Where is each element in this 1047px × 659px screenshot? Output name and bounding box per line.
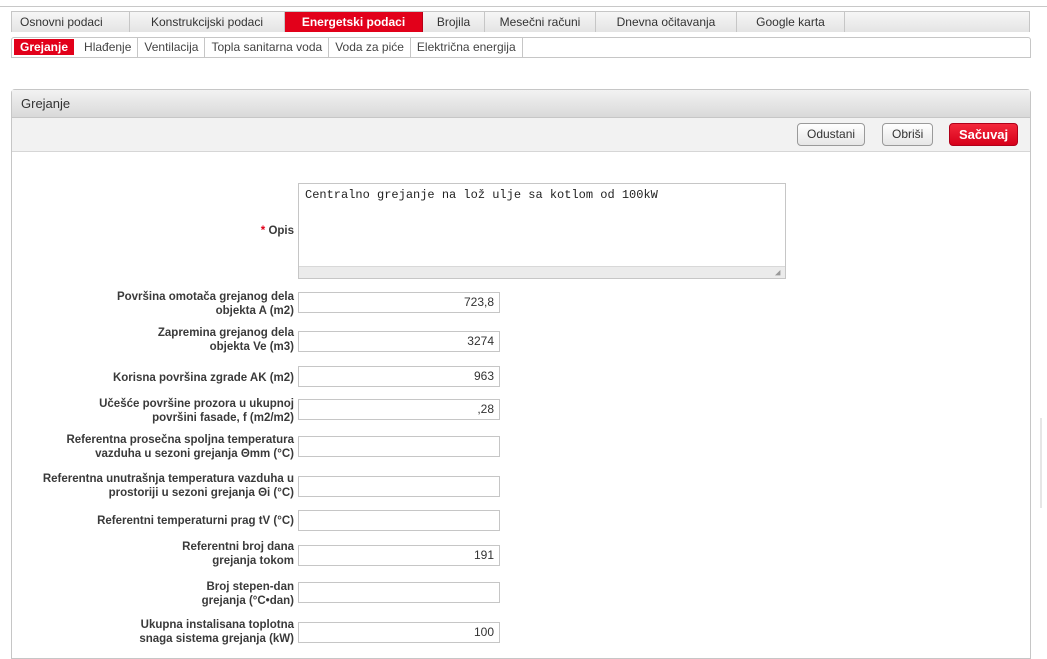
panel-toolbar: Odustani Obriši Sačuvaj [12, 118, 1030, 152]
secondary-tab-bar: Grejanje Hlađenje Ventilacija Topla sanitar… [11, 37, 1031, 58]
subtab-topla-sanitarna-voda[interactable]: Topla sanitarna voda [205, 38, 330, 57]
field-label: Broj stepen-dan grejanja (°C•dan) [201, 581, 294, 607]
numeric-input[interactable] [298, 476, 500, 497]
panel-title: Grejanje [12, 90, 1030, 118]
tab-osnovni-podaci[interactable]: Osnovni podaci [12, 12, 130, 32]
description-label: * Opis [120, 224, 294, 238]
subtab-ventilacija[interactable]: Ventilacija [138, 38, 206, 57]
subtab-hlađenje[interactable]: Hlađenje [78, 38, 139, 57]
numeric-input[interactable]: 963 [298, 366, 500, 387]
field-label: Učešće površine prozora u ukupnoj površi… [99, 398, 294, 424]
delete-button[interactable]: Obriši [882, 123, 934, 146]
tab-dnevna-očitavanja[interactable]: Dnevna očitavanja [596, 12, 737, 32]
tab-brojila[interactable]: Brojila [423, 12, 485, 32]
tab-energetski-podaci[interactable]: Energetski podaci [285, 12, 423, 32]
field-label: Ukupna instalisana toplotna snaga sistem… [139, 619, 294, 645]
field-label: Zapremina grejanog dela objekta Ve (m3) [157, 327, 294, 353]
numeric-input[interactable] [298, 510, 500, 531]
cancel-button[interactable]: Odustani [797, 123, 866, 146]
description-value: Centralno grejanje na lož ulje sa kotlom… [305, 188, 658, 202]
numeric-input[interactable] [298, 582, 500, 603]
resize-grip-icon[interactable]: ◢ [775, 269, 783, 278]
numeric-input[interactable]: ,28 [298, 399, 500, 420]
primary-tab-bar: Osnovni podaci Konstrukcijski podaci Energ… [11, 11, 1030, 32]
save-button[interactable]: Sačuvaj [949, 123, 1019, 146]
required-mark: * [260, 225, 266, 237]
subtab-voda-za-piće[interactable]: Voda za piće [329, 38, 411, 57]
textarea-footer [299, 266, 785, 278]
field-label: Površina omotača grejanog dela objekta A… [116, 291, 294, 317]
tab-google-karta[interactable]: Google karta [737, 12, 845, 32]
numeric-input[interactable]: 723,8 [298, 292, 500, 313]
field-label: Referentni broj dana grejanja tokom [182, 541, 294, 567]
tab-konstrukcijski-podaci[interactable]: Konstrukcijski podaci [130, 12, 285, 32]
field-label: Referentni temperaturni prag tV (°C) [97, 515, 294, 527]
field-label: Referentna prosečna spoljna temperatura … [66, 434, 294, 460]
description-textarea[interactable]: Centralno grejanje na lož ulje sa kotlom… [298, 183, 786, 279]
numeric-input[interactable]: 100 [298, 622, 500, 643]
tab-mesečni-računi[interactable]: Mesečni računi [485, 12, 596, 32]
numeric-input[interactable] [298, 436, 500, 457]
numeric-input[interactable]: 3274 [298, 331, 500, 352]
scrollbar-hint [1040, 418, 1042, 508]
numeric-input[interactable]: 191 [298, 545, 500, 566]
description-label-text: Opis [268, 225, 294, 237]
field-label: Korisna površina zgrade AK (m2) [112, 372, 294, 384]
top-divider [0, 6, 1047, 7]
subtab-električna-energija[interactable]: Električna energija [411, 38, 523, 57]
subtab-grejanje[interactable]: Grejanje [14, 39, 75, 55]
field-label: Referentna unutrašnja temperatura vazduh… [42, 473, 294, 499]
